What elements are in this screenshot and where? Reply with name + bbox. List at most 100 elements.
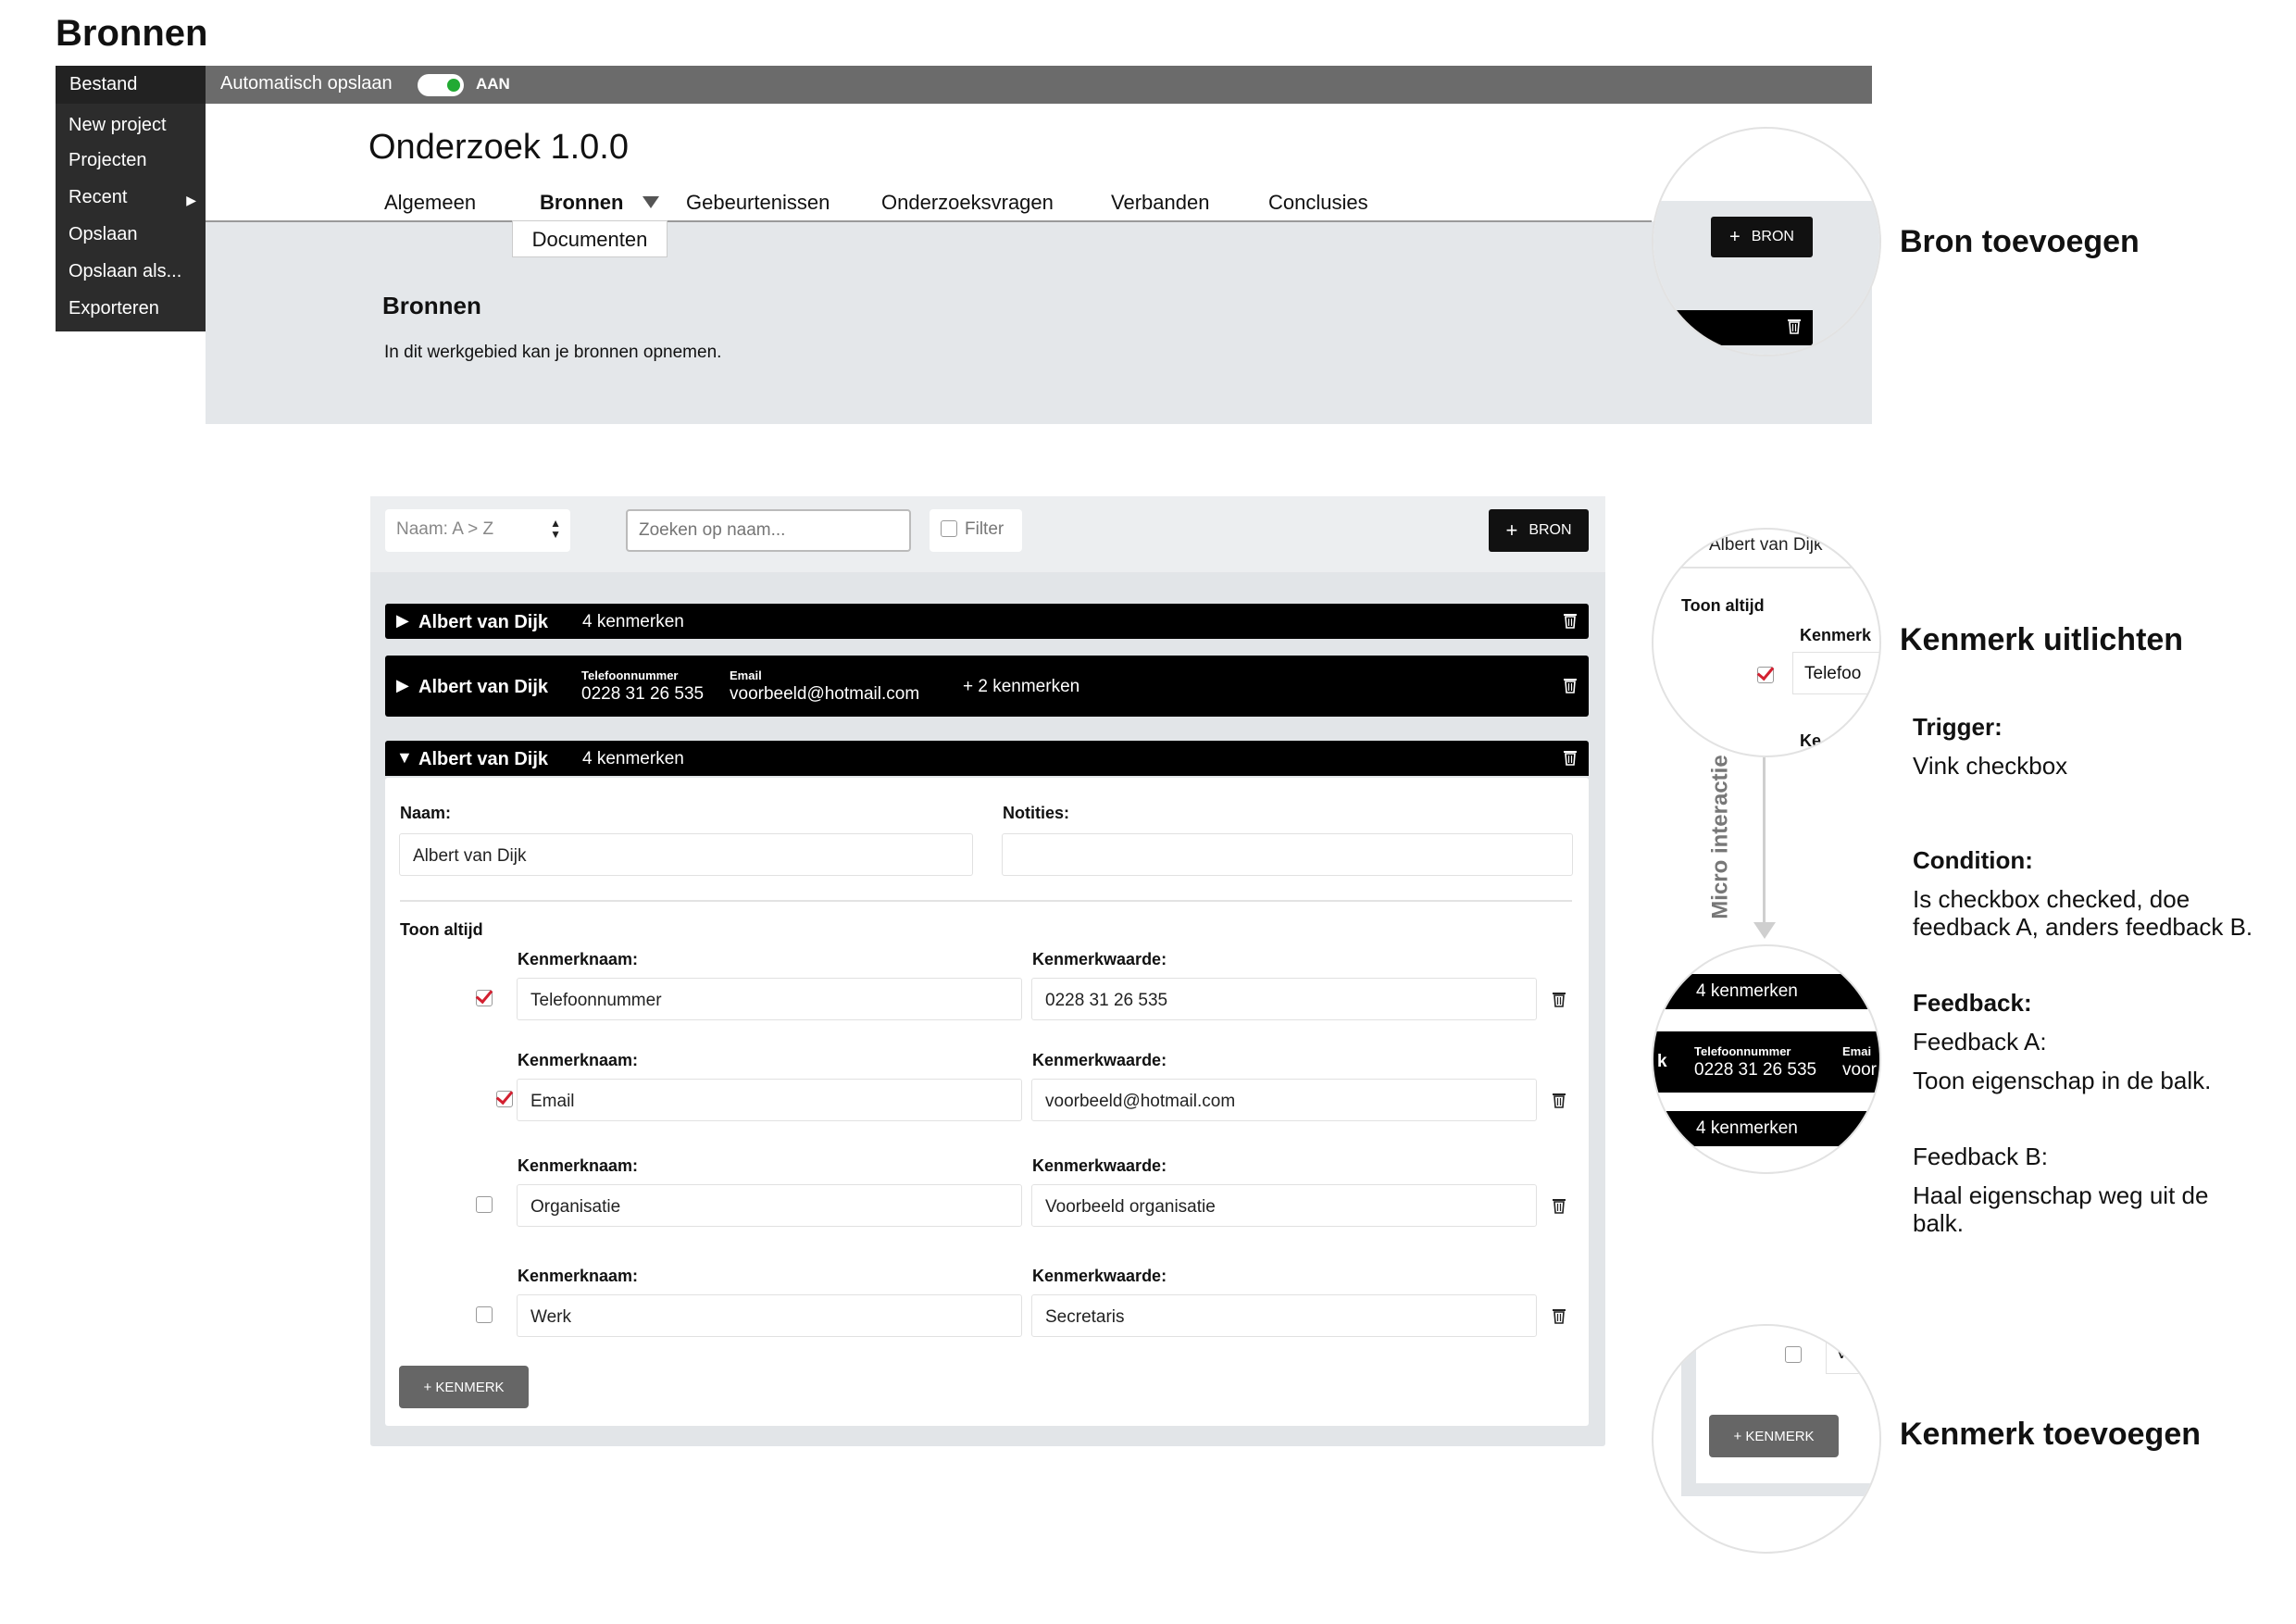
arrow-down-icon: [1753, 922, 1776, 939]
expand-icon[interactable]: ▶: [396, 611, 409, 631]
add-source-button-zoom[interactable]: + BRON: [1711, 217, 1813, 257]
tab-gebeurtenissen[interactable]: Gebeurtenissen: [686, 191, 830, 215]
menu-item-opslaan-als[interactable]: Opslaan als...: [69, 261, 181, 282]
kenmerk-name-input[interactable]: Organisatie: [517, 1184, 1022, 1227]
trash-icon[interactable]: [1552, 1092, 1566, 1113]
zoom-add-kenmerk: V + KENMERK: [1652, 1324, 1881, 1554]
submenu-arrow-icon: ▶: [186, 193, 196, 207]
kenmerk-value-label: Kenmerkwaarde:: [1032, 1267, 1167, 1285]
source-bar-zoom: [1672, 310, 1813, 345]
trash-icon[interactable]: [1552, 1197, 1566, 1218]
feedback-b-line-1: Haal eigenschap weg uit de: [1913, 1181, 2209, 1209]
kenmerk-name-label: Kenmerknaam:: [518, 1051, 639, 1069]
source-bar-with-properties[interactable]: ▶ Albert van Dijk Telefoonnummer 0228 31…: [385, 656, 1589, 717]
trash-icon[interactable]: [1552, 991, 1566, 1012]
zoom-bar-middle: k Telefoonnummer 0228 31 26 535 Emai voo…: [1653, 1031, 1879, 1093]
divider: [400, 900, 1572, 902]
add-kenmerk-button[interactable]: + KENMERK: [399, 1366, 529, 1408]
trash-icon[interactable]: [1787, 318, 1802, 339]
zoom-bar-feedback: 4 kenmerken k Telefoonnummer 0228 31 26 …: [1652, 944, 1881, 1174]
submenu-documenten[interactable]: Documenten: [512, 220, 668, 257]
kenmerk-value-label: Kenmerkwaarde:: [1032, 1051, 1167, 1069]
toggle-knob: [447, 79, 460, 92]
filter-label: Filter: [965, 519, 1004, 539]
source-bar-collapsed[interactable]: ▶ Albert van Dijk 4 kenmerken: [385, 604, 1589, 639]
zoom-tel-label: Telefoonnummer: [1694, 1044, 1791, 1058]
source-bar-expanded[interactable]: ▼ Albert van Dijk 4 kenmerken: [385, 741, 1589, 776]
zoom-tel-value: 0228 31 26 535: [1694, 1060, 1817, 1080]
source-name: Albert van Dijk: [418, 749, 549, 769]
extra-count: + 2 kenmerken: [963, 677, 1080, 696]
source-name: Albert van Dijk: [418, 677, 549, 697]
tab-algemeen[interactable]: Algemeen: [384, 191, 476, 215]
show-always-checkbox[interactable]: [476, 1196, 493, 1213]
sort-select[interactable]: Naam: A > Z ▲ ▼: [385, 509, 570, 552]
kenmerk-value-input[interactable]: Voorbeeld organisatie: [1031, 1184, 1537, 1227]
kenmerk-name-input[interactable]: Email: [517, 1079, 1022, 1121]
feedback-b-label: Feedback B:: [1913, 1143, 2048, 1170]
tab-bronnen[interactable]: Bronnen: [540, 191, 623, 215]
zoom-add-source: + BRON: [1652, 127, 1881, 356]
show-always-checkbox[interactable]: [476, 990, 493, 1006]
kenmerk-value-label: Kenmerkwaarde:: [1032, 950, 1167, 968]
zoom-bar-bottom: 4 kenmerken: [1653, 1111, 1879, 1146]
chevron-down-icon[interactable]: [643, 196, 659, 208]
collapse-icon[interactable]: ▼: [396, 748, 413, 768]
zoom-email-label: Emai: [1842, 1044, 1872, 1058]
annotation-kenmerk-toevoegen: Kenmerk toevoegen: [1900, 1417, 2201, 1452]
add-source-button[interactable]: + BRON: [1489, 509, 1589, 552]
notities-input[interactable]: [1002, 833, 1573, 876]
menu-item-new-project[interactable]: New project: [69, 115, 167, 136]
source-count: 4 kenmerken: [582, 749, 684, 768]
tab-conclusies[interactable]: Conclusies: [1268, 191, 1368, 215]
kenmerk-name-input[interactable]: Telefoonnummer: [517, 978, 1022, 1020]
plus-icon: +: [1505, 518, 1518, 542]
file-menu-button[interactable]: Bestand: [56, 66, 206, 104]
tab-verbanden[interactable]: Verbanden: [1111, 191, 1209, 215]
menu-item-exporteren[interactable]: Exporteren: [69, 298, 159, 319]
zoom-email-value: voor: [1842, 1060, 1877, 1080]
menu-item-projecten[interactable]: Projecten: [69, 150, 147, 171]
plus-icon: +: [1729, 226, 1741, 247]
condition-line-2: feedback A, anders feedback B.: [1913, 913, 2253, 941]
kenmerk-name-label: Kenmerknaam:: [518, 1156, 639, 1175]
zoom-field: Telefoo: [1792, 652, 1879, 694]
naam-input[interactable]: Albert van Dijk: [399, 833, 973, 876]
kenmerk-name-label: Kenmerknaam:: [518, 950, 639, 968]
toon-altijd-label: Toon altijd: [400, 920, 483, 939]
zoom-checked-checkbox[interactable]: [1757, 667, 1774, 683]
micro-interactie-label: Micro interactie: [1707, 755, 1733, 919]
autosave-toggle[interactable]: [418, 74, 464, 96]
show-always-checkbox[interactable]: [496, 1091, 514, 1107]
annotation-bron-toevoegen: Bron toevoegen: [1900, 224, 2140, 259]
trash-icon[interactable]: [1563, 612, 1578, 633]
menu-item-recent[interactable]: Recent: [69, 187, 127, 208]
filter-checkbox[interactable]: Filter: [930, 509, 1022, 552]
expand-icon[interactable]: ▶: [396, 676, 409, 695]
kenmerk-value-input[interactable]: 0228 31 26 535: [1031, 978, 1537, 1020]
project-title: Onderzoek 1.0.0: [368, 128, 629, 167]
condition-line-1: Is checkbox checked, doe: [1913, 885, 2190, 913]
sort-arrows-icon: ▲ ▼: [550, 517, 561, 541]
zoom-add-kenmerk-button[interactable]: + KENMERK: [1709, 1415, 1839, 1457]
email-value: voorbeeld@hotmail.com: [730, 684, 920, 704]
menu-item-opslaan[interactable]: Opslaan: [69, 224, 138, 245]
page-title: Bronnen: [56, 13, 208, 54]
kenmerk-value-input[interactable]: voorbeeld@hotmail.com: [1031, 1079, 1537, 1121]
search-input[interactable]: [626, 509, 911, 552]
zoom-ke-label: Ke: [1800, 731, 1822, 750]
zoom-checkbox[interactable]: [1785, 1346, 1802, 1363]
kenmerk-value-input[interactable]: Secretaris: [1031, 1294, 1537, 1337]
zoom-checkbox: Albert van Dijk Toon altijd Kenmerk Tele…: [1652, 528, 1881, 757]
zoom-field: V: [1826, 1333, 1879, 1374]
trash-icon[interactable]: [1563, 677, 1578, 698]
kenmerk-name-input[interactable]: Werk: [517, 1294, 1022, 1337]
tel-value: 0228 31 26 535: [581, 684, 705, 704]
tab-onderzoeksvragen[interactable]: Onderzoeksvragen: [881, 191, 1054, 215]
feedback-b-line-2: balk.: [1913, 1209, 1964, 1237]
trash-icon[interactable]: [1563, 749, 1578, 770]
show-always-checkbox[interactable]: [476, 1306, 493, 1323]
zoom-source-name: Albert van Dijk: [1709, 535, 1823, 555]
trash-icon[interactable]: [1552, 1307, 1566, 1329]
filter-checkbox-box[interactable]: [941, 520, 957, 537]
